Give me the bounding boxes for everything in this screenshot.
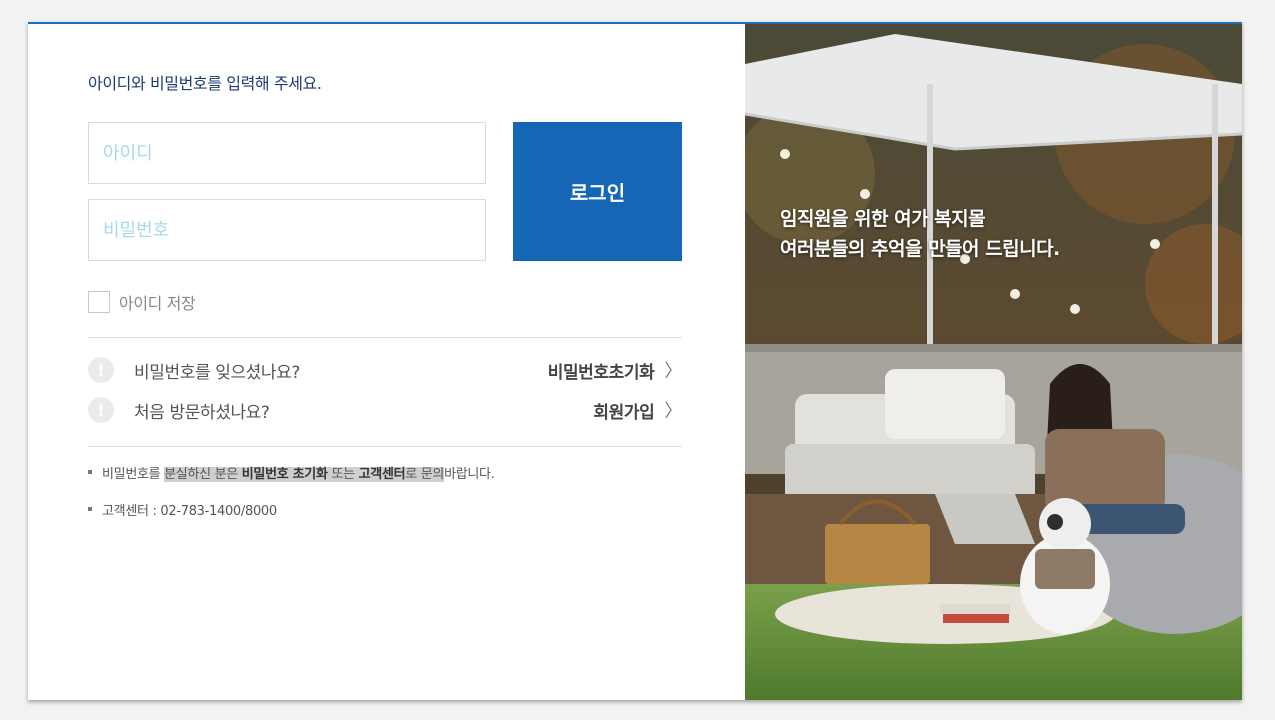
save-id-label: 아이디 저장	[119, 294, 196, 313]
divider	[88, 446, 682, 447]
password-input[interactable]	[88, 199, 486, 261]
signup-label: 회원가입	[593, 402, 655, 423]
promo-text: 임직원을 위한 여가 복지몰 여러분들의 추억을 만들어 드립니다.	[780, 204, 1060, 264]
signup-link[interactable]: 회원가입 〉	[593, 397, 682, 423]
promo-line-1: 임직원을 위한 여가 복지몰	[780, 208, 986, 230]
help-row-forgot-password: ! 비밀번호를 잊으셨나요? 비밀번호초기화 〉	[88, 355, 682, 385]
promo-panel: 임직원을 위한 여가 복지몰 여러분들의 추억을 만들어 드립니다.	[745, 24, 1242, 700]
save-id-checkbox[interactable]	[88, 291, 110, 313]
bullet	[88, 470, 92, 474]
login-prompt: 아이디와 비밀번호를 입력해 주세요.	[88, 74, 322, 93]
notice-item: 비밀번호를 분실하신 분은 비밀번호 초기화 또는 고객센터로 문의바랍니다.	[88, 462, 688, 482]
help-row-first-visit: ! 처음 방문하셨나요? 회원가입 〉	[88, 395, 682, 425]
help-question: 처음 방문하셨나요?	[134, 402, 270, 423]
promo-line-2: 여러분들의 추억을 만들어 드립니다.	[780, 238, 1060, 260]
promo-photo	[745, 24, 1242, 700]
reset-password-link[interactable]: 비밀번호초기화 〉	[547, 357, 683, 383]
customer-center-text: 고객센터 : 02-783-1400/8000	[102, 503, 277, 519]
exclamation-icon: !	[88, 357, 114, 383]
divider	[88, 337, 682, 338]
notice-item: 고객센터 : 02-783-1400/8000	[88, 499, 688, 519]
notice-text: 비밀번호를 분실하신 분은 비밀번호 초기화 또는 고객센터로 문의바랍니다.	[102, 466, 495, 482]
login-card: 아이디와 비밀번호를 입력해 주세요. 로그인 아이디 저장 ! 비밀번호를 잊…	[28, 22, 1242, 700]
login-button[interactable]: 로그인	[513, 122, 682, 261]
bullet	[88, 507, 92, 511]
chevron-right-icon: 〉	[664, 401, 682, 422]
id-input[interactable]	[88, 122, 486, 184]
login-panel: 아이디와 비밀번호를 입력해 주세요. 로그인 아이디 저장 ! 비밀번호를 잊…	[28, 24, 745, 700]
help-question: 비밀번호를 잊으셨나요?	[134, 362, 301, 383]
notice-list: 비밀번호를 분실하신 분은 비밀번호 초기화 또는 고객센터로 문의바랍니다. …	[88, 462, 688, 536]
reset-password-label: 비밀번호초기화	[547, 362, 655, 383]
chevron-right-icon: 〉	[664, 361, 682, 382]
exclamation-icon: !	[88, 397, 114, 423]
save-id-checkbox-row[interactable]: 아이디 저장	[88, 290, 196, 314]
